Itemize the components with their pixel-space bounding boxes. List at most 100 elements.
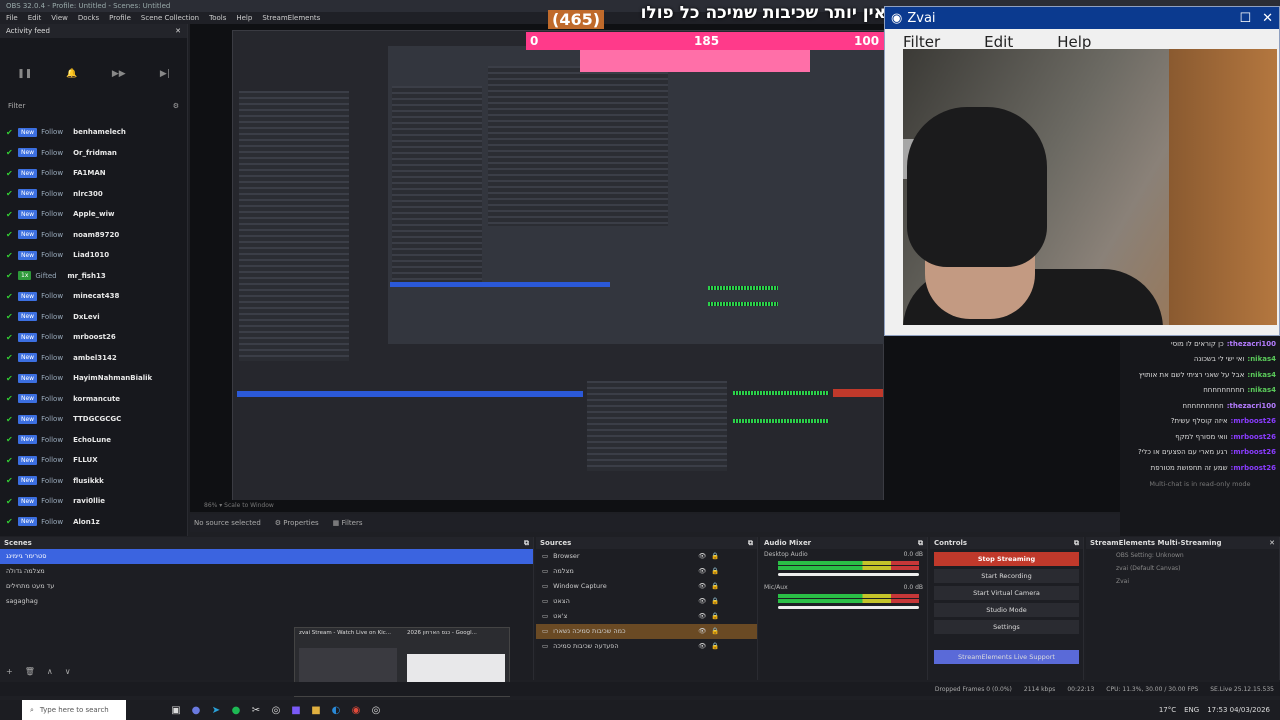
spotify-icon[interactable]: ● — [226, 700, 246, 720]
source-item[interactable]: ▭ צ'אט 👁 🔒 — [536, 609, 757, 624]
trash-icon[interactable]: 🗑 — [25, 667, 35, 676]
feed-item[interactable]: ✔ New Follow minecat438 — [0, 286, 187, 307]
start-virtual-camera-button[interactable]: Start Virtual Camera — [934, 586, 1079, 600]
eye-icon[interactable]: 👁 — [698, 624, 706, 639]
down-icon[interactable]: ∨ — [65, 667, 71, 676]
volume-fader[interactable] — [778, 573, 919, 576]
feed-item[interactable]: ✔ New Follow noam89720 — [0, 225, 187, 246]
stop-streaming-button[interactable]: Stop Streaming — [934, 552, 1079, 566]
volume-fader[interactable] — [778, 606, 919, 609]
menu-streamelements[interactable]: StreamElements — [262, 12, 320, 24]
lock-icon[interactable]: 🔒 — [711, 549, 719, 564]
menu-file[interactable]: File — [6, 12, 18, 24]
start-recording-button[interactable]: Start Recording — [934, 569, 1079, 583]
folder-icon[interactable]: ■ — [306, 700, 326, 720]
lock-icon[interactable]: 🔒 — [711, 579, 719, 594]
pause-icon[interactable]: ❚❚ — [17, 69, 32, 79]
lock-icon[interactable]: 🔒 — [711, 564, 719, 579]
lock-icon[interactable]: 🔒 — [711, 639, 719, 654]
feed-item[interactable]: ✔ New Follow EchoLune — [0, 430, 187, 451]
obs-icon[interactable]: ◎ — [266, 700, 286, 720]
bell-icon[interactable]: 🔔 — [66, 69, 77, 79]
scene-item[interactable]: sagaghag — [0, 594, 533, 609]
capcut-icon[interactable]: ✂ — [246, 700, 266, 720]
menu-scene-collection[interactable]: Scene Collection — [141, 12, 199, 24]
feed-item[interactable]: ✔ New Follow Alon1z — [0, 512, 187, 533]
eye-icon[interactable]: 👁 — [698, 639, 706, 654]
feed-item[interactable]: ✔ New Follow ravi0llie — [0, 491, 187, 512]
menu-docks[interactable]: Docks — [78, 12, 99, 24]
eye-icon[interactable]: 👁 — [698, 609, 706, 624]
source-item[interactable]: ▭ Browser 👁 🔒 — [536, 549, 757, 564]
dock-menu-icon[interactable]: ⧉ — [1074, 537, 1079, 549]
feed-item[interactable]: ✔ New Follow TTDGCGCGC — [0, 409, 187, 430]
eye-icon[interactable]: 👁 — [698, 564, 706, 579]
source-item[interactable]: ▭ הפעדעה שכיבות סמיכה 👁 🔒 — [536, 639, 757, 654]
add-icon[interactable]: + — [6, 667, 13, 676]
menu-edit[interactable]: Edit — [28, 12, 42, 24]
skip-icon[interactable]: ▶▶ — [112, 69, 126, 79]
app-icon[interactable]: ■ — [286, 700, 306, 720]
properties-button[interactable]: ⚙ Properties — [275, 519, 319, 527]
feed-item[interactable]: ✔ New Follow nlrc300 — [0, 184, 187, 205]
menu-view[interactable]: View — [51, 12, 68, 24]
lock-icon[interactable]: 🔒 — [711, 624, 719, 639]
filters-button[interactable]: ▦ Filters — [333, 519, 363, 527]
eye-icon[interactable]: 👁 — [698, 549, 706, 564]
feed-item[interactable]: ✔ New Follow HayimNahmanBialik — [0, 368, 187, 389]
feed-item[interactable]: ✔ New Follow Liad1010 — [0, 245, 187, 266]
chrome-icon[interactable]: ◉ — [346, 700, 366, 720]
se-row[interactable]: Zvai — [1086, 575, 1279, 588]
scene-item[interactable]: מצלמה גדולה — [0, 564, 533, 579]
source-item[interactable]: ▭ Window Capture 👁 🔒 — [536, 579, 757, 594]
skip-end-icon[interactable]: ▶| — [160, 69, 170, 79]
feed-item[interactable]: ✔ New Follow flusikkk — [0, 471, 187, 492]
lock-icon[interactable]: 🔒 — [711, 609, 719, 624]
feed-item[interactable]: ✔ New Follow kormancute — [0, 389, 187, 410]
close-icon[interactable]: ✕ — [175, 24, 181, 38]
eye-icon[interactable]: 👁 — [698, 579, 706, 594]
maximize-icon[interactable]: ☐ — [1239, 11, 1251, 26]
feed-item[interactable]: ✔ New Follow ambel3142 — [0, 348, 187, 369]
check-icon: ✔ — [6, 189, 13, 199]
up-icon[interactable]: ∧ — [47, 667, 53, 676]
menu-profile[interactable]: Profile — [109, 12, 131, 24]
task-view-icon[interactable]: ▣ — [166, 700, 186, 720]
feed-filter[interactable]: Filter ⚙ — [0, 98, 187, 114]
weather-temp[interactable]: 17°C — [1159, 706, 1176, 714]
source-item[interactable]: ▭ מצלמה 👁 🔒 — [536, 564, 757, 579]
edge-icon[interactable]: ◐ — [326, 700, 346, 720]
close-icon[interactable]: ✕ — [1262, 11, 1273, 26]
scene-item[interactable]: עד מעט מתחילים — [0, 579, 533, 594]
scene-item[interactable]: סטרימר גיימינג — [0, 549, 533, 564]
dock-menu-icon[interactable]: ⧉ — [748, 537, 753, 549]
lock-icon[interactable]: 🔒 — [711, 594, 719, 609]
close-icon[interactable]: ✕ — [1269, 537, 1275, 549]
feed-item[interactable]: ✔ New Follow DxLevi — [0, 307, 187, 328]
language[interactable]: ENG — [1184, 706, 1199, 714]
menu-tools[interactable]: Tools — [209, 12, 226, 24]
eye-icon[interactable]: 👁 — [698, 594, 706, 609]
menu-help[interactable]: Help — [236, 12, 252, 24]
source-item[interactable]: ▭ הצאט 👁 🔒 — [536, 594, 757, 609]
studio-mode-button[interactable]: Studio Mode — [934, 603, 1079, 617]
settings-button[interactable]: Settings — [934, 620, 1079, 634]
feed-item[interactable]: ✔ New Follow Apple_wiw — [0, 204, 187, 225]
taskbar-search[interactable]: ⌕ Type here to search — [22, 700, 126, 720]
telegram-icon[interactable]: ➤ — [206, 700, 226, 720]
clock[interactable]: 17:53 04/03/2026 — [1207, 706, 1270, 714]
gear-icon[interactable]: ⚙ — [173, 102, 179, 110]
feed-item[interactable]: ✔ New Follow Or_fridman — [0, 143, 187, 164]
feed-item[interactable]: ✔ New Follow FLLUX — [0, 450, 187, 471]
source-item[interactable]: ▭ כמה שכיבות סמיכה נשארו 👁 🔒 — [536, 624, 757, 639]
dock-menu-icon[interactable]: ⧉ — [918, 537, 923, 549]
se-support-button[interactable]: StreamElements Live Support — [934, 650, 1079, 664]
feed-item[interactable]: ✔ New Follow benhamelech — [0, 122, 187, 143]
feed-item[interactable]: ✔ 1x Gifted mr_fish13 — [0, 266, 187, 287]
discord-icon[interactable]: ● — [186, 700, 206, 720]
se-row[interactable]: zvai (Default Canvas) — [1086, 562, 1279, 575]
feed-item[interactable]: ✔ New Follow FA1MAN — [0, 163, 187, 184]
feed-item[interactable]: ✔ New Follow mrboost26 — [0, 327, 187, 348]
dock-menu-icon[interactable]: ⧉ — [524, 537, 529, 549]
obs-running-icon[interactable]: ◎ — [366, 700, 386, 720]
